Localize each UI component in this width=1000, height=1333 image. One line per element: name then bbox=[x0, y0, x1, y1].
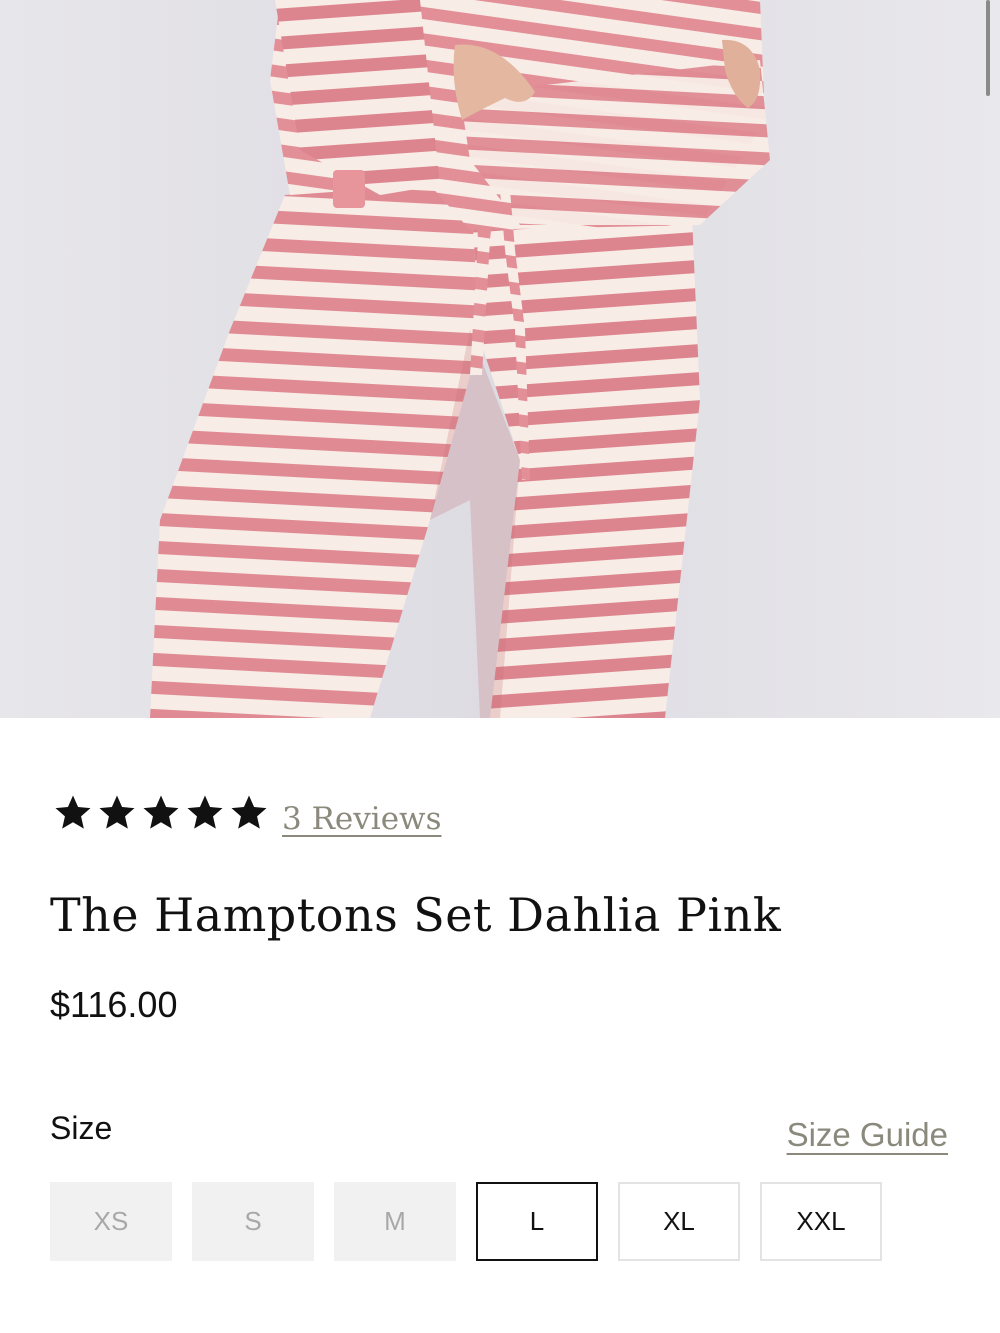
size-option-xs[interactable]: XS bbox=[50, 1182, 172, 1261]
size-label: Size bbox=[50, 1110, 113, 1146]
product-price: $116.00 bbox=[50, 984, 178, 1025]
size-option-s[interactable]: S bbox=[192, 1182, 314, 1261]
star-filled-icon bbox=[55, 795, 91, 829]
size-guide-link[interactable]: Size Guide bbox=[787, 1116, 948, 1154]
star-filled-icon bbox=[99, 795, 135, 829]
size-option-l[interactable]: L bbox=[476, 1182, 598, 1261]
star-filled-icon bbox=[231, 795, 267, 829]
product-title: The Hamptons Set Dahlia Pink bbox=[50, 888, 782, 942]
star-rating bbox=[52, 792, 270, 834]
product-photo bbox=[0, 0, 1000, 718]
product-image[interactable] bbox=[0, 0, 1000, 718]
star-filled-icon bbox=[143, 795, 179, 829]
size-option-xl[interactable]: XL bbox=[618, 1182, 740, 1261]
size-option-xxl[interactable]: XXL bbox=[760, 1182, 882, 1261]
star-filled-icon bbox=[187, 795, 223, 829]
size-option-m[interactable]: M bbox=[334, 1182, 456, 1261]
product-rating: 3 Reviews bbox=[52, 792, 441, 837]
scrollbar[interactable] bbox=[986, 0, 990, 96]
size-selector: XS S M L XL XXL bbox=[50, 1182, 882, 1261]
reviews-link[interactable]: 3 Reviews bbox=[282, 801, 441, 837]
